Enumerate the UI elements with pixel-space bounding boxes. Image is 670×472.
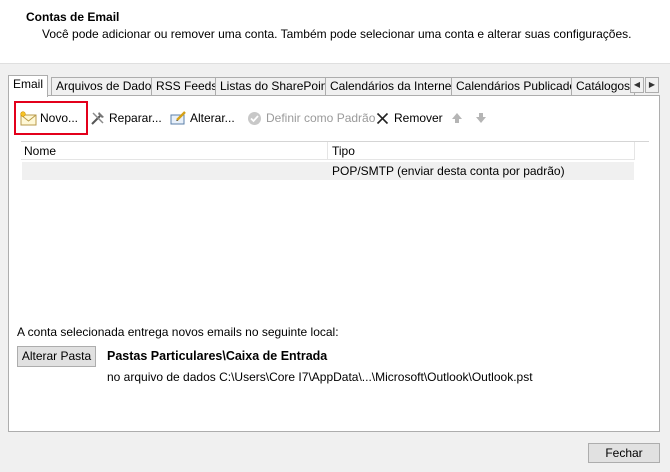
dialog-header: Contas de Email Você pode adicionar ou r… xyxy=(0,0,670,64)
list-header: Nome Tipo xyxy=(21,142,635,160)
tab-rss-feeds[interactable]: RSS Feeds xyxy=(151,77,223,96)
change-label: Alterar... xyxy=(190,111,235,125)
move-down-button[interactable] xyxy=(472,106,492,130)
arrow-up-icon xyxy=(448,110,465,127)
tab-scroll-left-button[interactable]: ◀ xyxy=(630,77,644,93)
edit-account-icon xyxy=(170,110,187,127)
header-title: Contas de Email xyxy=(26,10,120,24)
change-folder-button[interactable]: Alterar Pasta xyxy=(17,346,96,367)
delivery-location-label: A conta selecionada entrega novos emails… xyxy=(17,325,339,339)
tab-address-books[interactable]: Catálogos xyxy=(571,77,636,96)
tab-data-files[interactable]: Arquivos de Dados xyxy=(51,77,163,96)
close-button[interactable]: Fechar xyxy=(588,443,660,463)
tools-icon xyxy=(89,110,106,127)
tab-internet-calendars[interactable]: Calendários da Internet xyxy=(325,77,460,96)
red-highlight-box xyxy=(14,101,88,135)
column-divider[interactable] xyxy=(327,142,328,160)
tab-sharepoint-lists[interactable]: Listas do SharePoint xyxy=(215,77,336,96)
checkmark-icon xyxy=(246,110,263,127)
move-up-button[interactable] xyxy=(448,106,468,130)
remove-label: Remover xyxy=(394,111,443,125)
set-default-label: Definir como Padrão xyxy=(266,111,376,125)
tab-scroll-right-button[interactable]: ▶ xyxy=(645,77,659,93)
column-header-name[interactable]: Nome xyxy=(24,144,56,158)
header-description: Você pode adicionar ou remover uma conta… xyxy=(42,27,632,41)
set-default-button[interactable]: Definir como Padrão xyxy=(246,106,375,130)
arrow-down-icon xyxy=(472,110,489,127)
accounts-toolbar: Novo... Reparar... Alterar... Definir co… xyxy=(9,106,659,132)
tab-published-calendars[interactable]: Calendários Publicados xyxy=(451,77,588,96)
table-row[interactable]: POP/SMTP (enviar desta conta por padrão) xyxy=(22,162,634,180)
accounts-list[interactable]: Nome Tipo POP/SMTP (enviar desta conta p… xyxy=(21,141,649,309)
column-header-type[interactable]: Tipo xyxy=(332,144,355,158)
remove-button[interactable]: Remover xyxy=(374,106,443,130)
tab-strip: Email Arquivos de Dados RSS Feeds Listas… xyxy=(8,75,660,97)
account-type-cell: POP/SMTP (enviar desta conta por padrão) xyxy=(332,164,565,178)
repair-label: Reparar... xyxy=(109,111,162,125)
email-accounts-panel: Novo... Reparar... Alterar... Definir co… xyxy=(8,95,660,432)
delivery-file-path: no arquivo de dados C:\Users\Core I7\App… xyxy=(107,370,533,384)
arrow-right-icon: ▶ xyxy=(648,80,656,89)
tab-email[interactable]: Email xyxy=(8,75,49,97)
arrow-left-icon: ◀ xyxy=(633,80,641,89)
change-button[interactable]: Alterar... xyxy=(170,106,235,130)
column-divider[interactable] xyxy=(634,142,635,160)
close-icon xyxy=(374,110,391,127)
repair-button[interactable]: Reparar... xyxy=(89,106,162,130)
delivery-folder: Pastas Particulares\Caixa de Entrada xyxy=(107,349,328,363)
